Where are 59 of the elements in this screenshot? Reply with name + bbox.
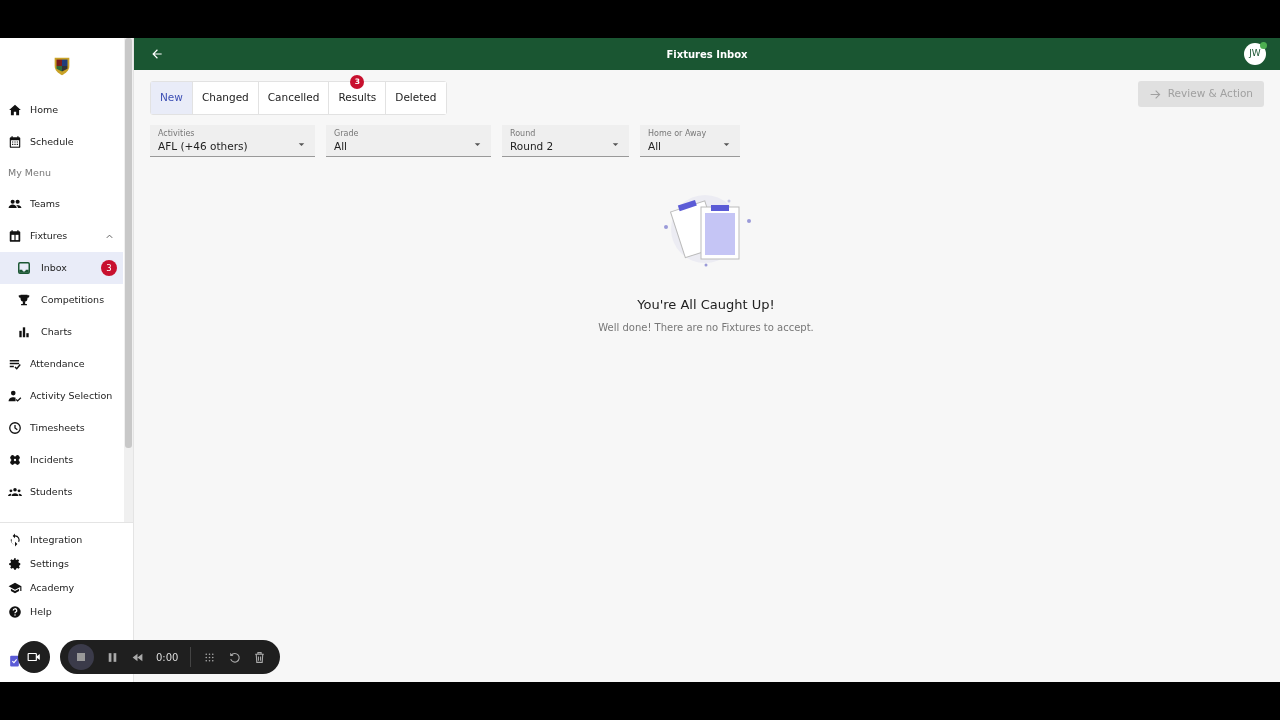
sidebar-item[interactable]: Activity Selection [0, 380, 123, 412]
sidebar-item[interactable]: Inbox 3 [0, 252, 123, 284]
page-title: Fixtures Inbox [666, 47, 748, 62]
clipboard-icon [8, 653, 21, 668]
video-camera-icon [27, 650, 41, 664]
sidebar-item[interactable]: Competitions [0, 284, 123, 316]
count-badge: 3 [101, 260, 117, 276]
bar-chart-icon [17, 325, 31, 339]
grid-button[interactable] [203, 650, 217, 664]
sidebar-item[interactable]: Timesheets [0, 412, 123, 444]
empty-state-title: You're All Caught Up! [637, 296, 775, 314]
person-check-icon [8, 389, 22, 403]
delete-button[interactable] [253, 650, 267, 664]
back-arrow-icon [150, 47, 164, 61]
back-button[interactable] [150, 47, 164, 61]
dropdown-field[interactable]: Round Round 2 [502, 125, 629, 157]
dropdown-field[interactable]: Home or Away All [640, 125, 740, 157]
user-avatar[interactable]: JW [1244, 43, 1266, 65]
sidebar-item[interactable]: Settings [0, 556, 133, 572]
sidebar-item[interactable]: Fixtures [0, 220, 123, 252]
pause-button[interactable] [106, 650, 119, 664]
restart-button[interactable] [228, 650, 242, 664]
trophy-icon [17, 293, 31, 307]
inbox-icon [17, 261, 31, 275]
help-icon [8, 605, 22, 619]
sidebar-item[interactable]: Home [0, 94, 123, 126]
sidebar-item[interactable]: Incidents [0, 444, 123, 476]
calendar-icon [8, 135, 22, 149]
sidebar-item[interactable]: Students [0, 476, 123, 508]
clock-icon [8, 421, 22, 435]
sidebar-item[interactable]: Integration [0, 532, 133, 548]
stop-button[interactable] [68, 644, 94, 670]
sidebar-item[interactable]: Charts [0, 316, 123, 348]
dot-grid-icon [203, 650, 217, 664]
sidebar-item[interactable]: Academy [0, 580, 133, 596]
sidebar-item[interactable]: Teams [0, 188, 123, 220]
pause-icon [106, 650, 119, 664]
settings-icon [8, 557, 22, 571]
checklist-icon [8, 357, 22, 371]
sidebar-item[interactable]: Attendance [0, 348, 123, 380]
restart-icon [228, 650, 242, 664]
dropdown-field[interactable]: Activities AFL (+46 others) [150, 125, 315, 157]
people-icon [8, 197, 22, 211]
calendar-icon [8, 229, 22, 243]
group-icon [8, 485, 22, 499]
trash-icon [253, 650, 267, 664]
bandage-icon [8, 453, 22, 467]
empty-state-message: Well done! There are no Fixtures to accept. [598, 320, 814, 335]
home-icon [8, 103, 22, 117]
recording-time: 0:00 [156, 650, 179, 665]
stop-icon [75, 651, 87, 663]
sidebar-item[interactable]: Help [0, 604, 133, 620]
tab[interactable]: New [151, 82, 192, 114]
dropdown-field[interactable]: Grade All [326, 125, 491, 157]
sidebar-item[interactable]: Schedule [0, 126, 123, 158]
section-title: My Menu [7, 165, 52, 180]
sync-icon [8, 533, 22, 547]
graduation-cap-icon [8, 581, 22, 595]
scrollbar[interactable] [125, 38, 132, 448]
